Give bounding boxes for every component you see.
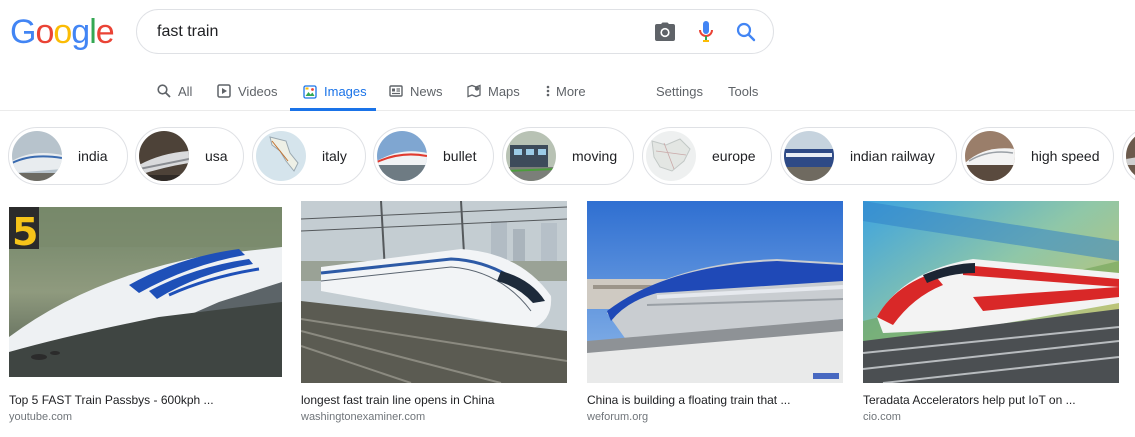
result-title[interactable]: longest fast train line opens in China xyxy=(301,392,567,408)
logo-letter: e xyxy=(95,13,115,51)
tab-label: Videos xyxy=(238,83,278,99)
related-search-chips: india usa italy bullet moving europe ind… xyxy=(8,127,1135,185)
more-vert-icon xyxy=(544,83,552,99)
logo-letter: G xyxy=(10,13,36,51)
image-result[interactable]: Teradata Accelerators help put IoT on ..… xyxy=(863,201,1119,424)
chip-label: europe xyxy=(712,148,756,164)
video-icon xyxy=(216,83,232,99)
result-image[interactable]: 5 xyxy=(9,207,282,383)
tab-more[interactable]: More xyxy=(544,72,586,110)
chip-thumbnail xyxy=(506,131,556,181)
search-box[interactable]: fast train xyxy=(136,9,774,54)
tab-label: News xyxy=(410,83,443,99)
chip-label: italy xyxy=(322,148,347,164)
result-source[interactable]: youtube.com xyxy=(9,410,282,424)
chip-india[interactable]: india xyxy=(8,127,128,185)
google-logo[interactable]: Google xyxy=(10,12,115,52)
search-input[interactable]: fast train xyxy=(157,10,218,53)
logo-letter: o xyxy=(35,13,54,51)
result-source[interactable]: washingtonexaminer.com xyxy=(301,410,567,424)
chip-label: high speed xyxy=(1031,148,1100,164)
tab-label: More xyxy=(556,83,586,99)
logo-letter: g xyxy=(71,13,90,51)
chip-italy[interactable]: italy xyxy=(252,127,366,185)
tab-label: Maps xyxy=(488,83,520,99)
result-source[interactable]: cio.com xyxy=(863,410,1119,424)
result-title[interactable]: Teradata Accelerators help put IoT on ..… xyxy=(863,392,1119,408)
camera-icon[interactable] xyxy=(653,20,677,44)
chip-high-speed[interactable]: high speed xyxy=(961,127,1114,185)
chip-thumbnail xyxy=(646,131,696,181)
chip-more[interactable] xyxy=(1122,127,1135,185)
chip-bullet[interactable]: bullet xyxy=(373,127,494,185)
tab-videos[interactable]: Videos xyxy=(216,72,278,110)
tab-all[interactable]: All xyxy=(156,72,192,110)
tab-settings[interactable]: Settings xyxy=(656,72,703,110)
chip-label: india xyxy=(78,148,108,164)
mic-icon[interactable] xyxy=(694,20,718,44)
search-icon xyxy=(156,83,172,99)
result-badge: 5 xyxy=(12,210,38,254)
map-icon xyxy=(466,83,482,99)
chip-thumbnail xyxy=(1126,131,1135,181)
chip-thumbnail xyxy=(784,131,834,181)
chip-label: moving xyxy=(572,148,618,164)
tab-label: Images xyxy=(324,84,367,99)
logo-letter: o xyxy=(53,13,72,51)
image-result[interactable]: longest fast train line opens in China w… xyxy=(301,201,567,424)
result-title[interactable]: China is building a floating train that … xyxy=(587,392,843,408)
search-tabs: All Videos Images News Maps More Setting… xyxy=(0,72,1135,111)
result-image[interactable] xyxy=(863,201,1119,383)
chip-usa[interactable]: usa xyxy=(135,127,244,185)
chip-europe[interactable]: europe xyxy=(642,127,772,185)
chip-thumbnail xyxy=(12,131,62,181)
image-result[interactable]: China is building a floating train that … xyxy=(587,201,843,424)
tab-maps[interactable]: Maps xyxy=(466,72,520,110)
chip-thumbnail xyxy=(965,131,1015,181)
chip-thumbnail xyxy=(256,131,306,181)
result-title[interactable]: Top 5 FAST Train Passbys - 600kph ... xyxy=(9,392,282,408)
chip-label: bullet xyxy=(443,148,477,164)
tab-images[interactable]: Images xyxy=(290,72,376,111)
tab-label: All xyxy=(178,83,193,99)
result-source[interactable]: weforum.org xyxy=(587,410,843,424)
search-icon[interactable] xyxy=(734,20,758,44)
image-icon xyxy=(302,84,318,100)
chip-thumbnail xyxy=(139,131,189,181)
chip-label: indian railway xyxy=(850,148,935,164)
chip-indian-railway[interactable]: indian railway xyxy=(780,127,957,185)
chip-thumbnail xyxy=(377,131,427,181)
chip-moving[interactable]: moving xyxy=(502,127,634,185)
result-image[interactable] xyxy=(587,201,843,383)
chip-label: usa xyxy=(205,148,228,164)
result-image[interactable] xyxy=(301,201,567,383)
tab-label: Settings xyxy=(656,83,703,99)
tab-news[interactable]: News xyxy=(388,72,443,110)
tab-label: Tools xyxy=(728,83,759,99)
news-icon xyxy=(388,83,404,99)
tab-tools[interactable]: Tools xyxy=(728,72,758,110)
image-result[interactable]: 5 Top 5 FAST Train Passbys - 600kph ... … xyxy=(9,201,282,424)
